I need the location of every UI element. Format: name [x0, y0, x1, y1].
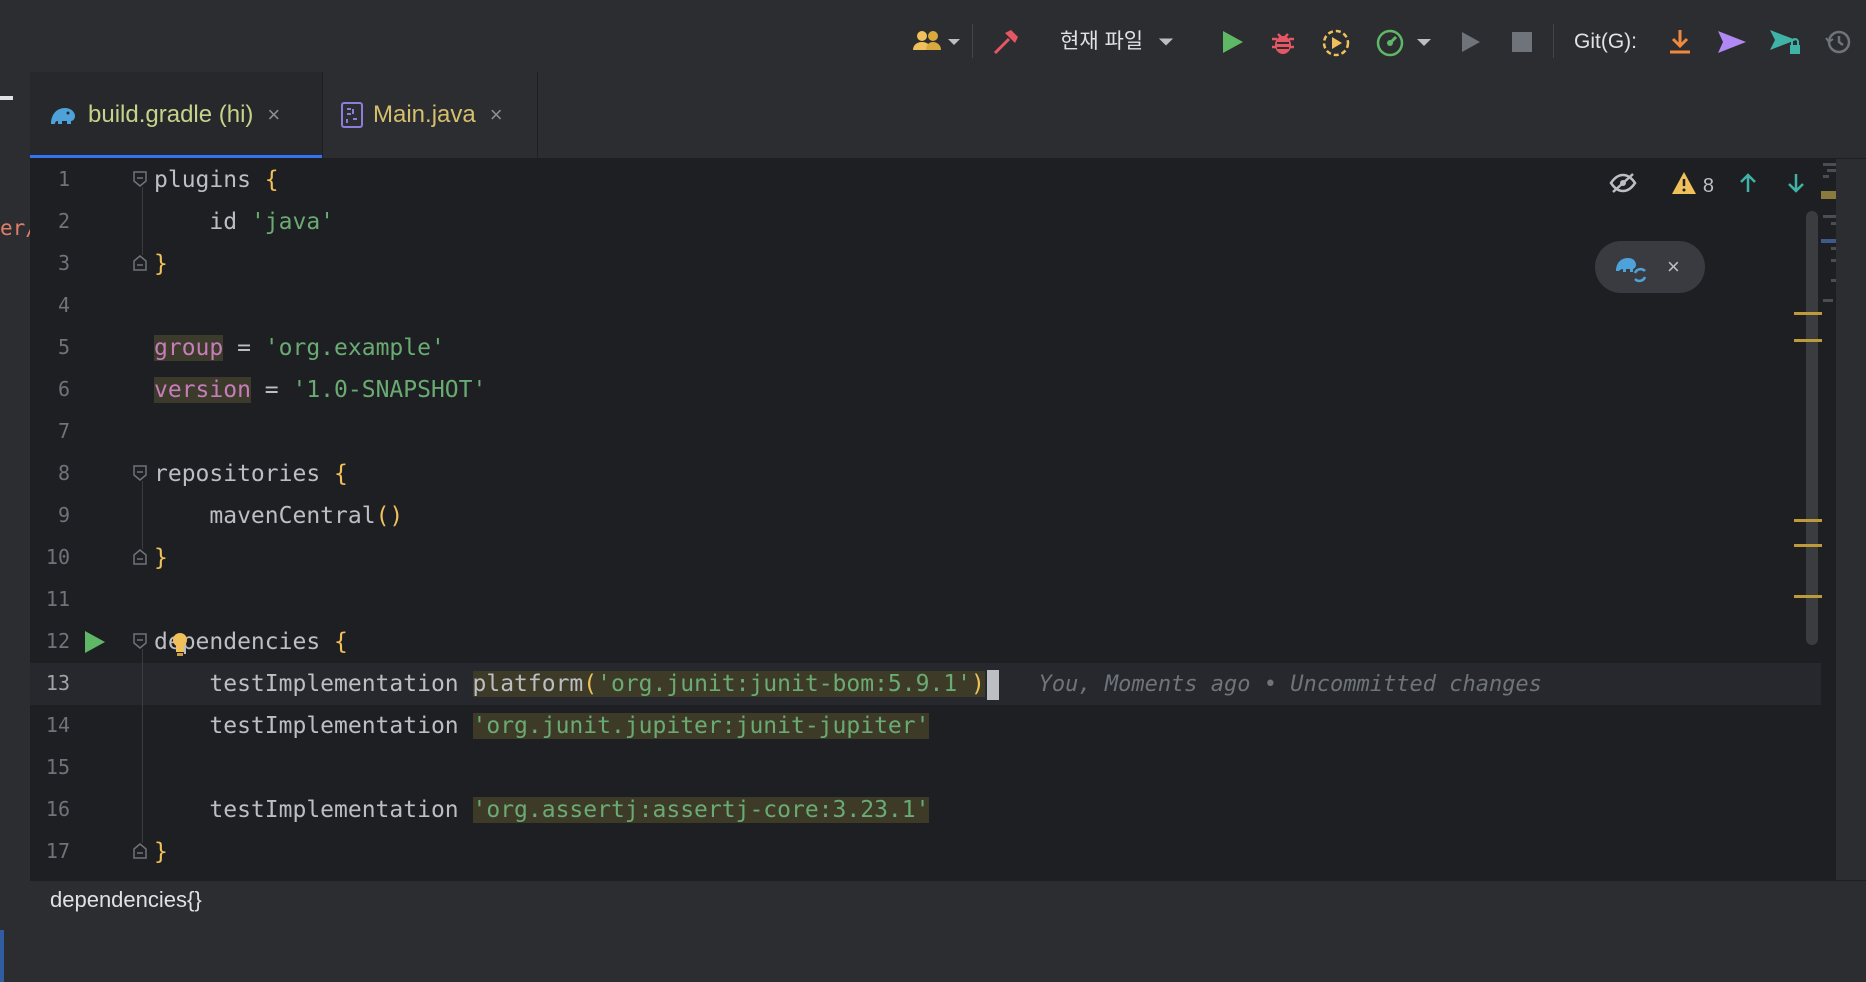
vertical-scrollbar[interactable]	[1806, 211, 1818, 645]
warning-stripe-marker[interactable]	[1794, 544, 1822, 547]
line-number: 11	[45, 587, 70, 611]
line-number: 6	[57, 377, 70, 401]
debug-icon[interactable]	[1268, 28, 1298, 58]
breadcrumb[interactable]: dependencies{}	[50, 887, 202, 913]
code-line: }	[154, 545, 168, 571]
fold-guide	[142, 481, 143, 549]
stop-icon[interactable]	[1508, 28, 1536, 56]
chevron-down-icon[interactable]	[1416, 34, 1432, 50]
toolbar-separator	[1553, 24, 1554, 58]
chevron-down-icon[interactable]	[946, 34, 962, 50]
warning-stripe-marker[interactable]	[1794, 595, 1822, 598]
line-number: 2	[57, 209, 70, 233]
code-line: testImplementation 'org.junit.jupiter:ju…	[154, 713, 930, 739]
line-number: 9	[57, 503, 70, 527]
arrow-down-icon[interactable]	[1786, 172, 1806, 200]
code-line: id 'java'	[154, 209, 335, 235]
java-class-icon	[341, 102, 363, 128]
git-blame-annotation: You, Moments ago • Uncommitted changes	[998, 672, 1542, 697]
editor-gutter: 1 2 3 4 5 6 7 8 9 10 11 12 13 14 15 16 1…	[30, 159, 147, 880]
editor-tabs: build.gradle (hi) × Main.java ×	[30, 72, 1866, 159]
warning-count: 8	[1702, 174, 1714, 197]
code-line: }	[154, 251, 168, 277]
git-update-icon[interactable]	[1664, 26, 1696, 58]
close-icon[interactable]: ×	[490, 102, 503, 128]
breadcrumb-bar: dependencies{}	[30, 880, 1866, 919]
fold-end-icon[interactable]	[133, 843, 147, 859]
tab-main-java[interactable]: Main.java ×	[323, 72, 538, 158]
toolbar-separator	[972, 24, 973, 58]
git-label: Git(G):	[1574, 30, 1637, 53]
code-line: testImplementation 'org.assertj:assertj-…	[154, 797, 930, 823]
hammer-icon[interactable]	[990, 26, 1022, 58]
fold-guide	[142, 187, 143, 255]
code-line: version = '1.0-SNAPSHOT'	[154, 377, 487, 403]
line-number: 8	[57, 461, 70, 485]
warning-stripe-marker[interactable]	[1794, 312, 1822, 315]
code-line: }	[154, 839, 168, 865]
code-line: group = 'org.example'	[154, 335, 445, 361]
line-number: 10	[45, 545, 70, 569]
fold-end-icon[interactable]	[133, 549, 147, 565]
line-number: 13	[45, 671, 70, 695]
users-icon[interactable]	[910, 28, 950, 56]
code-editor[interactable]: 1 2 3 4 5 6 7 8 9 10 11 12 13 14 15 16 1…	[30, 159, 1836, 880]
code-line: plugins {	[154, 167, 279, 193]
line-number: 16	[45, 797, 70, 821]
line-number: 1	[57, 167, 70, 191]
close-icon[interactable]: ×	[1667, 254, 1680, 280]
line-number: 15	[45, 755, 70, 779]
line-number: 12	[45, 629, 70, 653]
run-icon[interactable]	[1218, 28, 1246, 56]
line-number: 14	[45, 713, 70, 737]
close-icon[interactable]: ×	[267, 102, 280, 128]
line-number: 5	[57, 335, 70, 359]
git-push-icon[interactable]	[1768, 26, 1802, 58]
tab-label: build.gradle (hi)	[88, 101, 254, 128]
fold-icon[interactable]	[133, 465, 147, 481]
code-line: repositories {	[154, 461, 348, 487]
line-number: 7	[57, 419, 70, 443]
tab-label: Main.java	[373, 101, 476, 128]
warning-icon[interactable]	[1671, 171, 1697, 201]
fold-guide	[142, 649, 143, 843]
warning-stripe-marker[interactable]	[1794, 339, 1822, 342]
arrow-up-icon[interactable]	[1738, 172, 1758, 200]
warning-stripe-marker[interactable]	[1794, 519, 1822, 522]
code-minimap[interactable]	[1821, 159, 1836, 359]
lightbulb-icon[interactable]	[170, 631, 190, 657]
history-icon[interactable]	[1822, 26, 1854, 58]
run-gutter-icon[interactable]	[83, 629, 107, 655]
code-line: testImplementation platform('org.junit:j…	[154, 663, 1542, 705]
text-caret	[986, 669, 999, 700]
eye-crossed-icon[interactable]	[1609, 172, 1637, 200]
line-number: 4	[57, 293, 70, 317]
gradle-sync-popup: ×	[1595, 241, 1705, 293]
fold-icon[interactable]	[133, 171, 147, 187]
minimize-icon[interactable]	[0, 96, 13, 100]
gradle-elephant-icon	[48, 102, 78, 128]
gradle-sync-icon[interactable]	[1613, 251, 1649, 283]
line-number: 3	[57, 251, 70, 275]
run-config-selector[interactable]: 현재 파일	[1060, 26, 1143, 58]
profiler-icon[interactable]	[1374, 27, 1406, 59]
chevron-down-icon[interactable]	[1158, 34, 1174, 50]
tab-build-gradle[interactable]: build.gradle (hi) ×	[30, 72, 323, 158]
run-disabled-icon[interactable]	[1456, 28, 1484, 56]
inspection-widget: 8	[1609, 171, 1806, 201]
git-commit-icon[interactable]	[1716, 26, 1748, 58]
coverage-icon[interactable]	[1320, 27, 1352, 59]
fold-icon[interactable]	[133, 633, 147, 649]
code-line: mavenCentral()	[154, 503, 404, 529]
left-tool-strip: er/	[0, 74, 38, 982]
line-number: 17	[45, 839, 70, 863]
tool-window-indicator[interactable]	[0, 930, 4, 982]
fold-end-icon[interactable]	[133, 255, 147, 271]
